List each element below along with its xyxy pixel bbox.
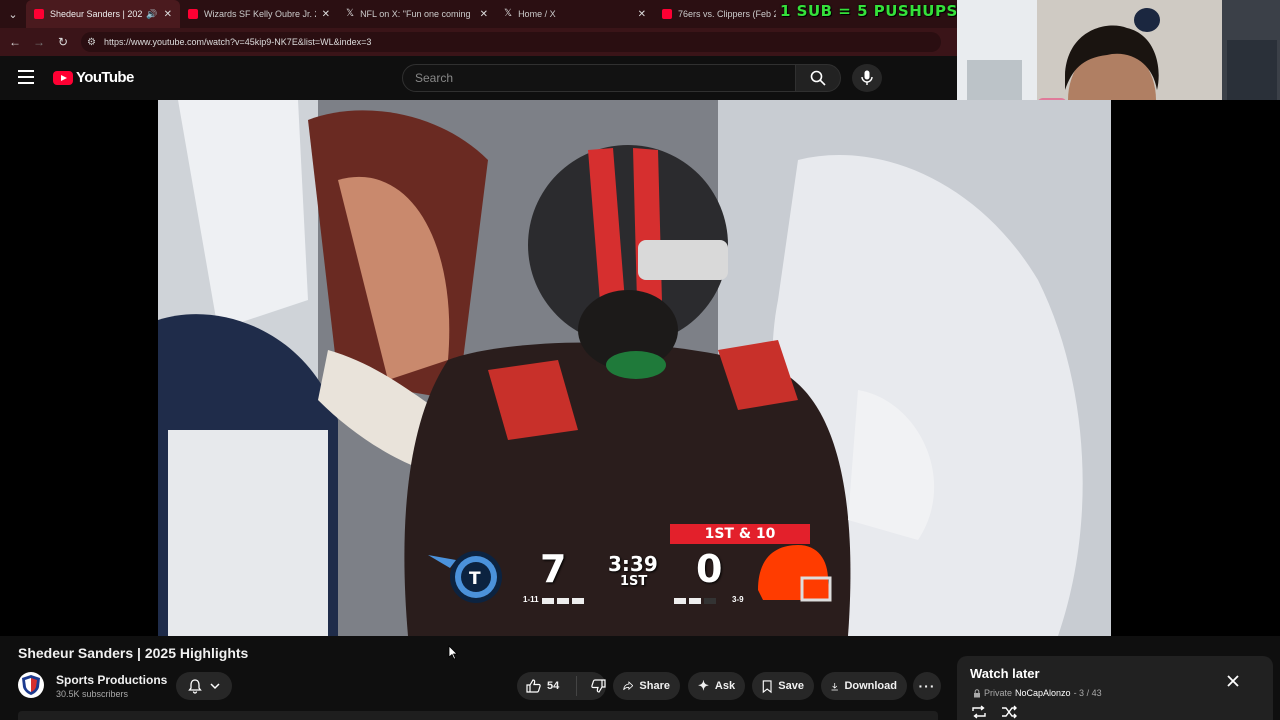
playlist-controls (971, 705, 1017, 719)
away-score: 7 (540, 547, 567, 591)
voice-search-button[interactable] (852, 64, 882, 92)
video-title: Shedeur Sanders | 2025 Highlights (18, 645, 249, 661)
site-info-icon[interactable]: ⚙ (87, 37, 96, 48)
tab-title: NFL on X: "Fun one coming Sat (360, 9, 472, 19)
game-clock: 3:39 (608, 552, 658, 576)
playlist-title[interactable]: Watch later (970, 666, 1040, 681)
tab-title: 76ers vs. Clippers (Feb 2, 202 (678, 9, 776, 19)
youtube-header: YouTube Search (0, 56, 958, 100)
save-label: Save (778, 680, 804, 692)
microphone-icon (861, 70, 873, 85)
share-arrow-icon (623, 681, 634, 691)
tab-title: Home / X (518, 9, 556, 19)
youtube-logo[interactable]: YouTube (53, 69, 134, 86)
down-and-distance: 1ST & 10 (670, 524, 810, 544)
home-timeouts (674, 598, 719, 604)
svg-text:T: T (469, 569, 481, 589)
ask-button[interactable]: ✦ Ask (688, 672, 745, 700)
tab-close-icon[interactable]: ✕ (632, 9, 646, 20)
channel-name[interactable]: Sports Productions (56, 673, 167, 687)
share-label: Share (639, 680, 670, 692)
ask-label: Ask (714, 680, 736, 692)
away-record: 1-11 (523, 595, 539, 604)
game-quarter: 1ST (620, 574, 648, 589)
search-placeholder: Search (415, 71, 454, 85)
dislike-button[interactable] (583, 679, 606, 693)
x-favicon-icon: 𝕏 (504, 8, 513, 19)
playlist-position: - 3 / 43 (1073, 688, 1102, 698)
share-button[interactable]: Share (613, 672, 680, 700)
sparkle-icon: ✦ (698, 678, 709, 693)
video-player[interactable]: T 1ST & 10 7 3:39 1ST 0 1-11 3-9 (0, 100, 1280, 636)
save-button[interactable]: Save (752, 672, 814, 700)
playlist-privacy: Private (984, 688, 1013, 698)
more-dots-icon: ··· (918, 678, 936, 694)
youtube-favicon-icon (34, 9, 44, 19)
subscriber-count: 30.5K subscribers (56, 689, 129, 699)
forward-arrow-icon[interactable]: → (27, 35, 51, 49)
channel-avatar[interactable] (18, 672, 44, 698)
shuffle-icon[interactable] (1001, 705, 1017, 719)
browser-tab-active[interactable]: Shedeur Sanders | 2025 Highlights 🔊 ✕ (26, 0, 180, 28)
tab-close-icon[interactable]: ✕ (158, 9, 172, 20)
mouse-cursor-icon (448, 645, 458, 660)
search-button[interactable] (795, 64, 841, 92)
bell-icon (188, 678, 202, 694)
subscription-bell-button[interactable] (176, 672, 232, 700)
browser-tab[interactable]: 𝕏 Home / X ✕ (496, 0, 654, 28)
playlist-meta: Private NoCapAlonzo - 3 / 43 (973, 688, 1102, 698)
loop-icon[interactable] (971, 705, 987, 719)
youtube-play-logo-icon (53, 70, 73, 85)
url-input[interactable]: ⚙ https://www.youtube.com/watch?v=45kip9… (81, 32, 941, 52)
download-icon (831, 682, 838, 690)
x-favicon-icon: 𝕏 (346, 8, 355, 19)
back-arrow-icon[interactable]: ← (3, 35, 27, 49)
home-record: 3-9 (732, 595, 744, 604)
tab-title: Wizards SF Kelly Oubre Jr. 2017 (204, 9, 316, 19)
like-count: 54 (547, 680, 560, 692)
tab-search-chevron-icon[interactable]: ⌄ (0, 0, 26, 28)
more-actions-button[interactable]: ··· (913, 672, 941, 700)
bookmark-icon (762, 679, 772, 693)
download-button[interactable]: Download (821, 672, 907, 700)
watch-later-panel: Watch later Private NoCapAlonzo - 3 / 43 (957, 656, 1273, 720)
like-button[interactable]: 54 (517, 676, 577, 696)
tab-close-icon[interactable]: ✕ (474, 9, 488, 20)
away-timeouts (542, 598, 587, 604)
like-dislike-group: 54 (517, 672, 606, 700)
chevron-down-icon (210, 682, 220, 689)
home-score: 0 (696, 547, 723, 591)
video-frame[interactable]: T 1ST & 10 7 3:39 1ST 0 1-11 3-9 (158, 100, 1111, 636)
browser-tab[interactable]: Wizards SF Kelly Oubre Jr. 2017 ✕ (180, 0, 338, 28)
close-icon[interactable] (1225, 673, 1241, 689)
channel-shield-logo-icon (22, 675, 40, 695)
speaker-icon[interactable]: 🔊 (146, 9, 157, 20)
reload-icon[interactable]: ↻ (51, 35, 75, 49)
search-input[interactable]: Search (402, 64, 796, 92)
url-text: https://www.youtube.com/watch?v=45kip9-N… (103, 37, 372, 47)
lock-icon (974, 688, 980, 697)
description-box[interactable] (18, 711, 938, 720)
thumbs-up-icon (526, 679, 541, 693)
tab-title: Shedeur Sanders | 2025 Highlights (50, 9, 142, 19)
stream-overlay-text: 1 SUB = 5 PUSHUPS (780, 2, 958, 20)
youtube-favicon-icon (188, 9, 198, 19)
menu-hamburger-icon[interactable] (18, 70, 34, 84)
youtube-logo-text: YouTube (76, 69, 134, 86)
tab-close-icon[interactable]: ✕ (316, 9, 330, 20)
youtube-favicon-icon (662, 9, 672, 19)
browser-tab[interactable]: 𝕏 NFL on X: "Fun one coming Sat ✕ (338, 0, 496, 28)
browser-tab[interactable]: 76ers vs. Clippers (Feb 2, 202 (654, 0, 784, 28)
thumbs-down-icon (591, 679, 606, 693)
playlist-owner[interactable]: NoCapAlonzo (1015, 688, 1071, 698)
download-label: Download (844, 680, 897, 692)
search-icon (810, 70, 826, 86)
browser-address-bar: ← → ↻ ⚙ https://www.youtube.com/watch?v=… (0, 28, 960, 56)
